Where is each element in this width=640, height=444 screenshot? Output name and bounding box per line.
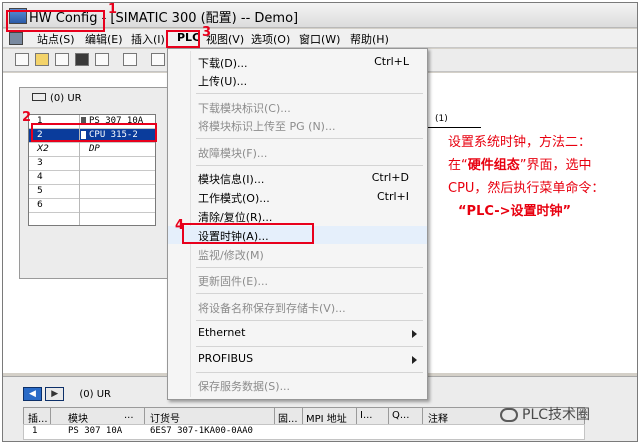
col-module-more: ... (124, 410, 134, 421)
col-slot[interactable]: 插... (28, 410, 48, 425)
menu-item-label: 将设备名称保存到存储卡(V)... (198, 302, 346, 315)
menu-item-label: 工作模式(O)... (198, 192, 270, 205)
annotation-line-3: CPU，然后执行菜单命令： (448, 181, 605, 196)
back-arrow-icon[interactable]: ◀ (23, 387, 42, 401)
row-slot: 1 (32, 426, 38, 436)
copy-icon[interactable] (151, 53, 165, 66)
watermark-text: PLC技术圈 (522, 407, 591, 423)
menu-item-shortcut: Ctrl+I (376, 190, 409, 203)
step-3-number: 3 (202, 25, 212, 40)
menu-window[interactable]: 窗口(W) (299, 31, 340, 47)
watermark: PLC技术圈 (500, 404, 590, 424)
col-comment[interactable]: 注释 (428, 410, 448, 425)
menu-item-label: 监视/修改(M) (198, 249, 264, 262)
rack-row[interactable]: 3 (29, 157, 155, 171)
menu-item-label: 故障模块(F)... (198, 147, 268, 160)
menu-help[interactable]: 帮助(H) (350, 31, 389, 47)
menu-item-label: 将模块标识上传至 PG (N)... (198, 120, 336, 133)
menu-item-label: 下载模块标识(C)... (198, 102, 291, 115)
col-input[interactable]: I... (360, 410, 373, 421)
col-firmware[interactable]: 固... (278, 410, 298, 425)
col-order-number[interactable]: 订货号 (150, 410, 180, 425)
wechat-icon (500, 408, 518, 422)
annotation-text: ”界面，选中 (519, 158, 592, 173)
menu-item-profibus[interactable]: PROFIBUS (168, 350, 427, 368)
menu-item-upload-module-id: 将模块标识上传至 PG (N)... (168, 116, 427, 134)
rack-slot: 5 (37, 186, 43, 196)
step-2-highlight (31, 123, 157, 142)
compile-icon[interactable] (95, 53, 109, 66)
rack-row[interactable]: 4 (29, 171, 155, 185)
row-module: PS 307 10A (68, 426, 123, 436)
new-icon[interactable] (15, 53, 29, 66)
menu-item-operating-mode[interactable]: 工作模式(O)... Ctrl+I (168, 188, 427, 206)
submenu-arrow-icon (412, 330, 417, 338)
menu-item-download[interactable]: 下载(D)... Ctrl+L (168, 53, 427, 71)
menu-item-update-firmware: 更新固件(E)... (168, 271, 427, 289)
step-4-highlight (182, 223, 314, 244)
menu-item-label: 模块信息(I)... (198, 173, 265, 186)
menu-item-monitor-modify: 监视/修改(M) (168, 245, 427, 263)
print-icon[interactable] (123, 53, 137, 66)
menu-item-label: 保存服务数据(S)... (198, 380, 291, 393)
step-3-highlight (166, 30, 200, 48)
rack-row[interactable]: X2 DP (29, 143, 155, 157)
rack-row[interactable]: 5 (29, 185, 155, 199)
menu-item-label: Ethernet (198, 326, 246, 339)
menu-item-faulty-modules: 故障模块(F)... (168, 143, 427, 161)
menu-view[interactable]: 视图(V) (206, 31, 244, 47)
profibus-line (423, 127, 481, 128)
step-2-number: 2 (22, 110, 32, 125)
menu-item-label: 更新固件(E)... (198, 275, 269, 288)
menu-station[interactable]: 站点(S) (37, 31, 75, 47)
menu-item-label: 上传(U)... (198, 75, 248, 88)
menu-insert[interactable]: 插入(I) (131, 31, 165, 47)
rack-row[interactable]: 6 (29, 199, 155, 213)
rack-title-text: (0) UR (50, 93, 82, 104)
annotation-line-4: “PLC->设置时钟” (458, 204, 572, 219)
rack-title: (0) UR (32, 93, 82, 104)
row-order: 6ES7 307-1KA00-0AA0 (150, 426, 253, 436)
annotation-emphasis: 硬件组态 (467, 158, 520, 173)
step-1-number: 1 (108, 2, 118, 17)
save-icon[interactable] (75, 53, 89, 66)
profibus-label: (1) (435, 114, 448, 124)
menu-item-label: 下载(D)... (198, 57, 248, 70)
col-module[interactable]: 模块 (68, 410, 88, 425)
menu-item-upload[interactable]: 上传(U)... (168, 71, 427, 89)
rack-slot: 6 (37, 200, 43, 210)
menu-item-download-module-id: 下载模块标识(C)... (168, 98, 427, 116)
menu-item-ethernet[interactable]: Ethernet (168, 324, 427, 342)
menu-item-module-info[interactable]: 模块信息(I)... Ctrl+D (168, 169, 427, 187)
menu-edit[interactable]: 编辑(E) (85, 31, 123, 47)
rack-slot: 3 (37, 158, 43, 168)
annotation-line-2: 在“硬件组态”界面，选中 (448, 154, 634, 177)
detail-rack-label: (0) UR (79, 389, 111, 400)
rack-module: DP (89, 144, 100, 154)
annotation-text: 在“ (448, 158, 468, 173)
rack-slot: X2 (37, 144, 49, 154)
menu-item-save-device-name: 将设备名称保存到存储卡(V)... (168, 298, 427, 316)
document-icon (9, 32, 23, 45)
rack-navigator: ◀ ▶ (0) UR (23, 387, 111, 401)
col-output[interactable]: Q... (392, 410, 409, 421)
open-icon[interactable] (35, 53, 49, 66)
menu-item-shortcut: Ctrl+L (374, 55, 409, 68)
forward-arrow-icon[interactable]: ▶ (45, 387, 65, 401)
rack-icon (32, 93, 46, 101)
menu-item-label: PROFIBUS (198, 352, 254, 365)
annotation-line-1: 设置系统时钟，方法二： (448, 135, 592, 150)
menu-item-save-service-data: 保存服务数据(S)... (168, 376, 427, 394)
menu-options[interactable]: 选项(O) (251, 31, 290, 47)
table-row[interactable]: 1 PS 307 10A 6ES7 307-1KA00-0AA0 (23, 424, 585, 440)
rack-slot: 4 (37, 172, 43, 182)
col-mpi-address[interactable]: MPI 地址 (306, 410, 347, 425)
instruction-annotation: 设置系统时钟，方法二： 在“硬件组态”界面，选中 CPU，然后执行菜单命令： “… (448, 131, 634, 223)
submenu-arrow-icon (412, 356, 417, 364)
network-icon[interactable] (55, 53, 69, 66)
step-1-highlight (6, 10, 105, 32)
step-4-number: 4 (175, 218, 185, 233)
menu-item-shortcut: Ctrl+D (371, 171, 409, 184)
